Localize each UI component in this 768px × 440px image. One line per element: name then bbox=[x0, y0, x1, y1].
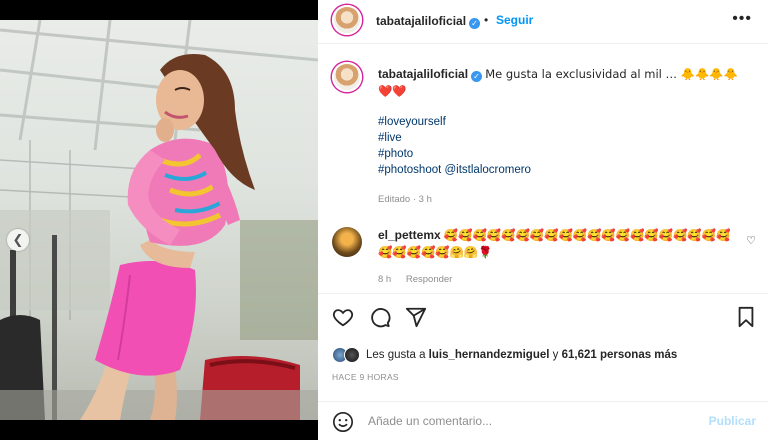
hashtag-list: #loveyourself #live #photo #photoshoot @… bbox=[378, 114, 531, 178]
verified-icon: ✓ bbox=[471, 71, 483, 82]
verified-icon: ✓ bbox=[469, 18, 481, 29]
comments-area: tabatajaliloficial ✓ Me gusta la exclusiv… bbox=[318, 44, 768, 294]
hashtag-link[interactable]: #loveyourself bbox=[378, 114, 531, 130]
likes-text: Les gusta a luis_hernandezmiguel y 61,62… bbox=[366, 349, 678, 361]
commenter-avatar[interactable] bbox=[332, 227, 362, 257]
likes-count[interactable]: 61,621 personas más bbox=[562, 349, 678, 361]
author-username[interactable]: tabatajaliloficial ✓ bbox=[376, 14, 481, 29]
add-comment-bar: Publicar bbox=[318, 401, 768, 440]
chevron-left-icon: ❮ bbox=[12, 232, 24, 247]
reply-button[interactable]: Responder bbox=[406, 274, 452, 285]
heart-icon[interactable] bbox=[332, 306, 354, 328]
liker-avatar bbox=[344, 347, 360, 363]
comment-input[interactable] bbox=[368, 410, 698, 432]
hashtag-link[interactable]: #photoshoot @itstlalocromero bbox=[378, 162, 531, 178]
photo-illustration bbox=[0, 20, 318, 420]
hashtag-link[interactable]: #live bbox=[378, 130, 531, 146]
caption-edited-meta: Editado · 3 h bbox=[378, 194, 432, 205]
post-photo[interactable]: ❮ bbox=[0, 20, 318, 420]
caption-author-avatar[interactable] bbox=[332, 62, 362, 92]
liker-username[interactable]: luis_hernandezmiguel bbox=[429, 349, 550, 361]
caption-author-username[interactable]: tabatajaliloficial ✓ bbox=[378, 67, 483, 82]
comment-like-icon[interactable]: ♡ bbox=[746, 234, 756, 247]
comment-time: 8 h bbox=[378, 274, 392, 285]
smile-icon[interactable] bbox=[332, 411, 354, 433]
author-avatar[interactable] bbox=[332, 5, 362, 35]
comment-icon[interactable] bbox=[369, 306, 391, 328]
commenter-username[interactable]: el_pettemx bbox=[378, 228, 441, 242]
more-icon[interactable]: ••• bbox=[732, 10, 752, 28]
post-header: tabatajaliloficial ✓ • Seguir ••• bbox=[318, 0, 768, 44]
comment-text: el_pettemx 🥰🥰🥰🥰🥰🥰🥰🥰🥰🥰🥰🥰🥰🥰🥰🥰🥰🥰🥰🥰🥰🥰🥰🥰🥰🤗🤗🌹 bbox=[378, 227, 738, 261]
follow-button[interactable]: Seguir bbox=[496, 13, 533, 27]
caption-text: tabatajaliloficial ✓ Me gusta la exclusiv… bbox=[378, 66, 748, 100]
post-details-panel: tabatajaliloficial ✓ • Seguir ••• tabataj… bbox=[318, 0, 768, 440]
post-actions bbox=[318, 294, 768, 340]
publish-button[interactable]: Publicar bbox=[709, 414, 756, 428]
save-icon[interactable] bbox=[736, 306, 756, 328]
comment-meta: 8 h Responder bbox=[378, 274, 464, 285]
likes-summary: Les gusta a luis_hernandezmiguel y 61,62… bbox=[332, 345, 677, 365]
header-separator: • bbox=[484, 13, 489, 27]
previous-slide-button[interactable]: ❮ bbox=[7, 229, 29, 251]
hashtag-link[interactable]: #photo bbox=[378, 146, 531, 162]
share-icon[interactable] bbox=[405, 306, 427, 328]
post-media: ❮ bbox=[0, 0, 318, 440]
post-timestamp[interactable]: HACE 9 HORAS bbox=[332, 372, 399, 382]
